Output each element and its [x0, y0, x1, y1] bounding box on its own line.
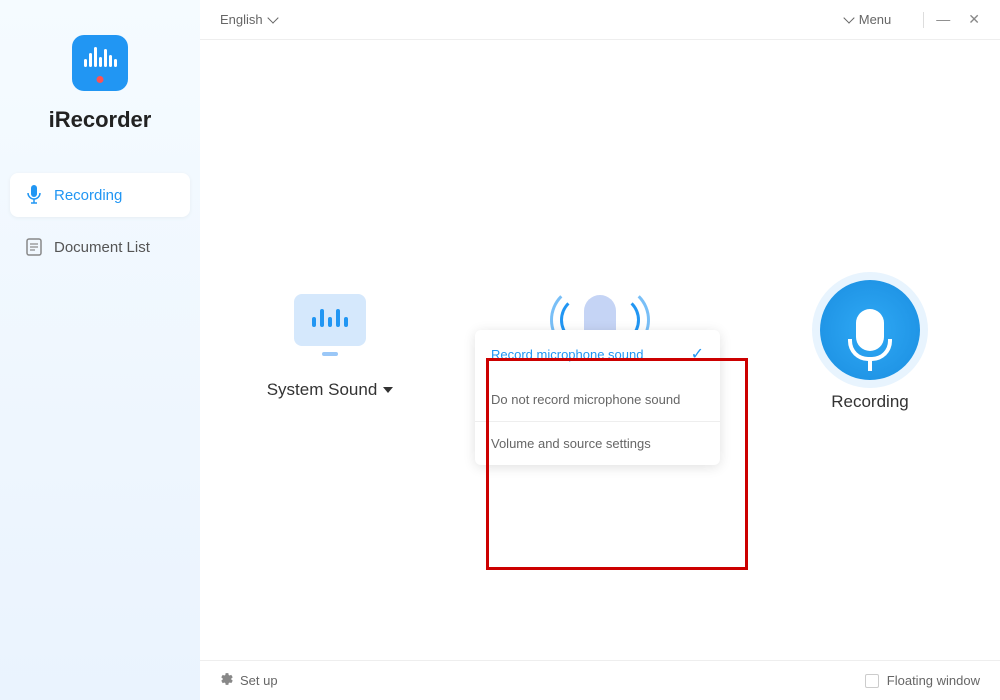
setup-label: Set up	[240, 673, 278, 688]
microphone-sound-option[interactable]: Microphone Sound Record microphone sound…	[520, 280, 680, 400]
dropdown-item-label: Record microphone sound	[491, 347, 643, 362]
sidebar: iRecorder Recording Document List	[0, 0, 200, 700]
microphone-icon	[24, 185, 44, 205]
dropdown-item-label: Volume and source settings	[491, 436, 651, 451]
system-sound-option[interactable]: System Sound	[250, 280, 410, 400]
sidebar-item-recording[interactable]: Recording	[10, 173, 190, 217]
chevron-down-icon	[843, 12, 854, 23]
recording-button[interactable]	[820, 280, 920, 380]
topbar: English Menu — ✕	[200, 0, 1000, 40]
recording-microphone-icon	[856, 309, 884, 351]
dropdown-item-volume-settings[interactable]: Volume and source settings	[475, 422, 720, 465]
recording-label: Recording	[831, 392, 909, 412]
sidebar-nav: Recording Document List	[0, 173, 200, 269]
checkbox-icon	[865, 674, 879, 688]
floating-window-label: Floating window	[887, 673, 980, 688]
close-button[interactable]: ✕	[968, 11, 980, 28]
floating-window-toggle[interactable]: Floating window	[865, 673, 980, 688]
setup-button[interactable]: Set up	[220, 672, 278, 689]
app-name: iRecorder	[0, 107, 200, 133]
system-sound-icon	[285, 280, 375, 360]
recording-option: Recording	[790, 280, 950, 412]
divider	[923, 12, 924, 28]
sidebar-item-label: Recording	[54, 187, 122, 204]
chevron-down-icon	[267, 12, 278, 23]
dropdown-item-label: Do not record microphone sound	[491, 392, 680, 407]
system-sound-label: System Sound	[267, 380, 378, 400]
minimize-button[interactable]: —	[936, 11, 950, 28]
system-sound-label-row[interactable]: System Sound	[267, 380, 394, 400]
caret-down-icon	[383, 387, 393, 393]
microphone-dropdown: Record microphone sound ✓ Do not record …	[475, 330, 720, 465]
menu-label: Menu	[859, 12, 892, 27]
dropdown-item-do-not-record[interactable]: Do not record microphone sound	[475, 378, 720, 421]
check-icon: ✓	[691, 344, 704, 364]
dropdown-item-record[interactable]: Record microphone sound ✓	[475, 330, 720, 378]
window-controls: — ✕	[936, 11, 980, 28]
language-selector[interactable]: English	[220, 12, 277, 27]
menu-button[interactable]: Menu	[839, 12, 892, 27]
document-icon	[24, 237, 44, 257]
footer: Set up Floating window	[200, 660, 1000, 700]
main-content: System Sound Microphone Sound Record m	[200, 40, 1000, 660]
app-logo	[72, 35, 128, 91]
sidebar-item-label: Document List	[54, 239, 150, 256]
sidebar-item-document-list[interactable]: Document List	[10, 225, 190, 269]
language-label: English	[220, 12, 263, 27]
gear-icon	[220, 672, 234, 689]
